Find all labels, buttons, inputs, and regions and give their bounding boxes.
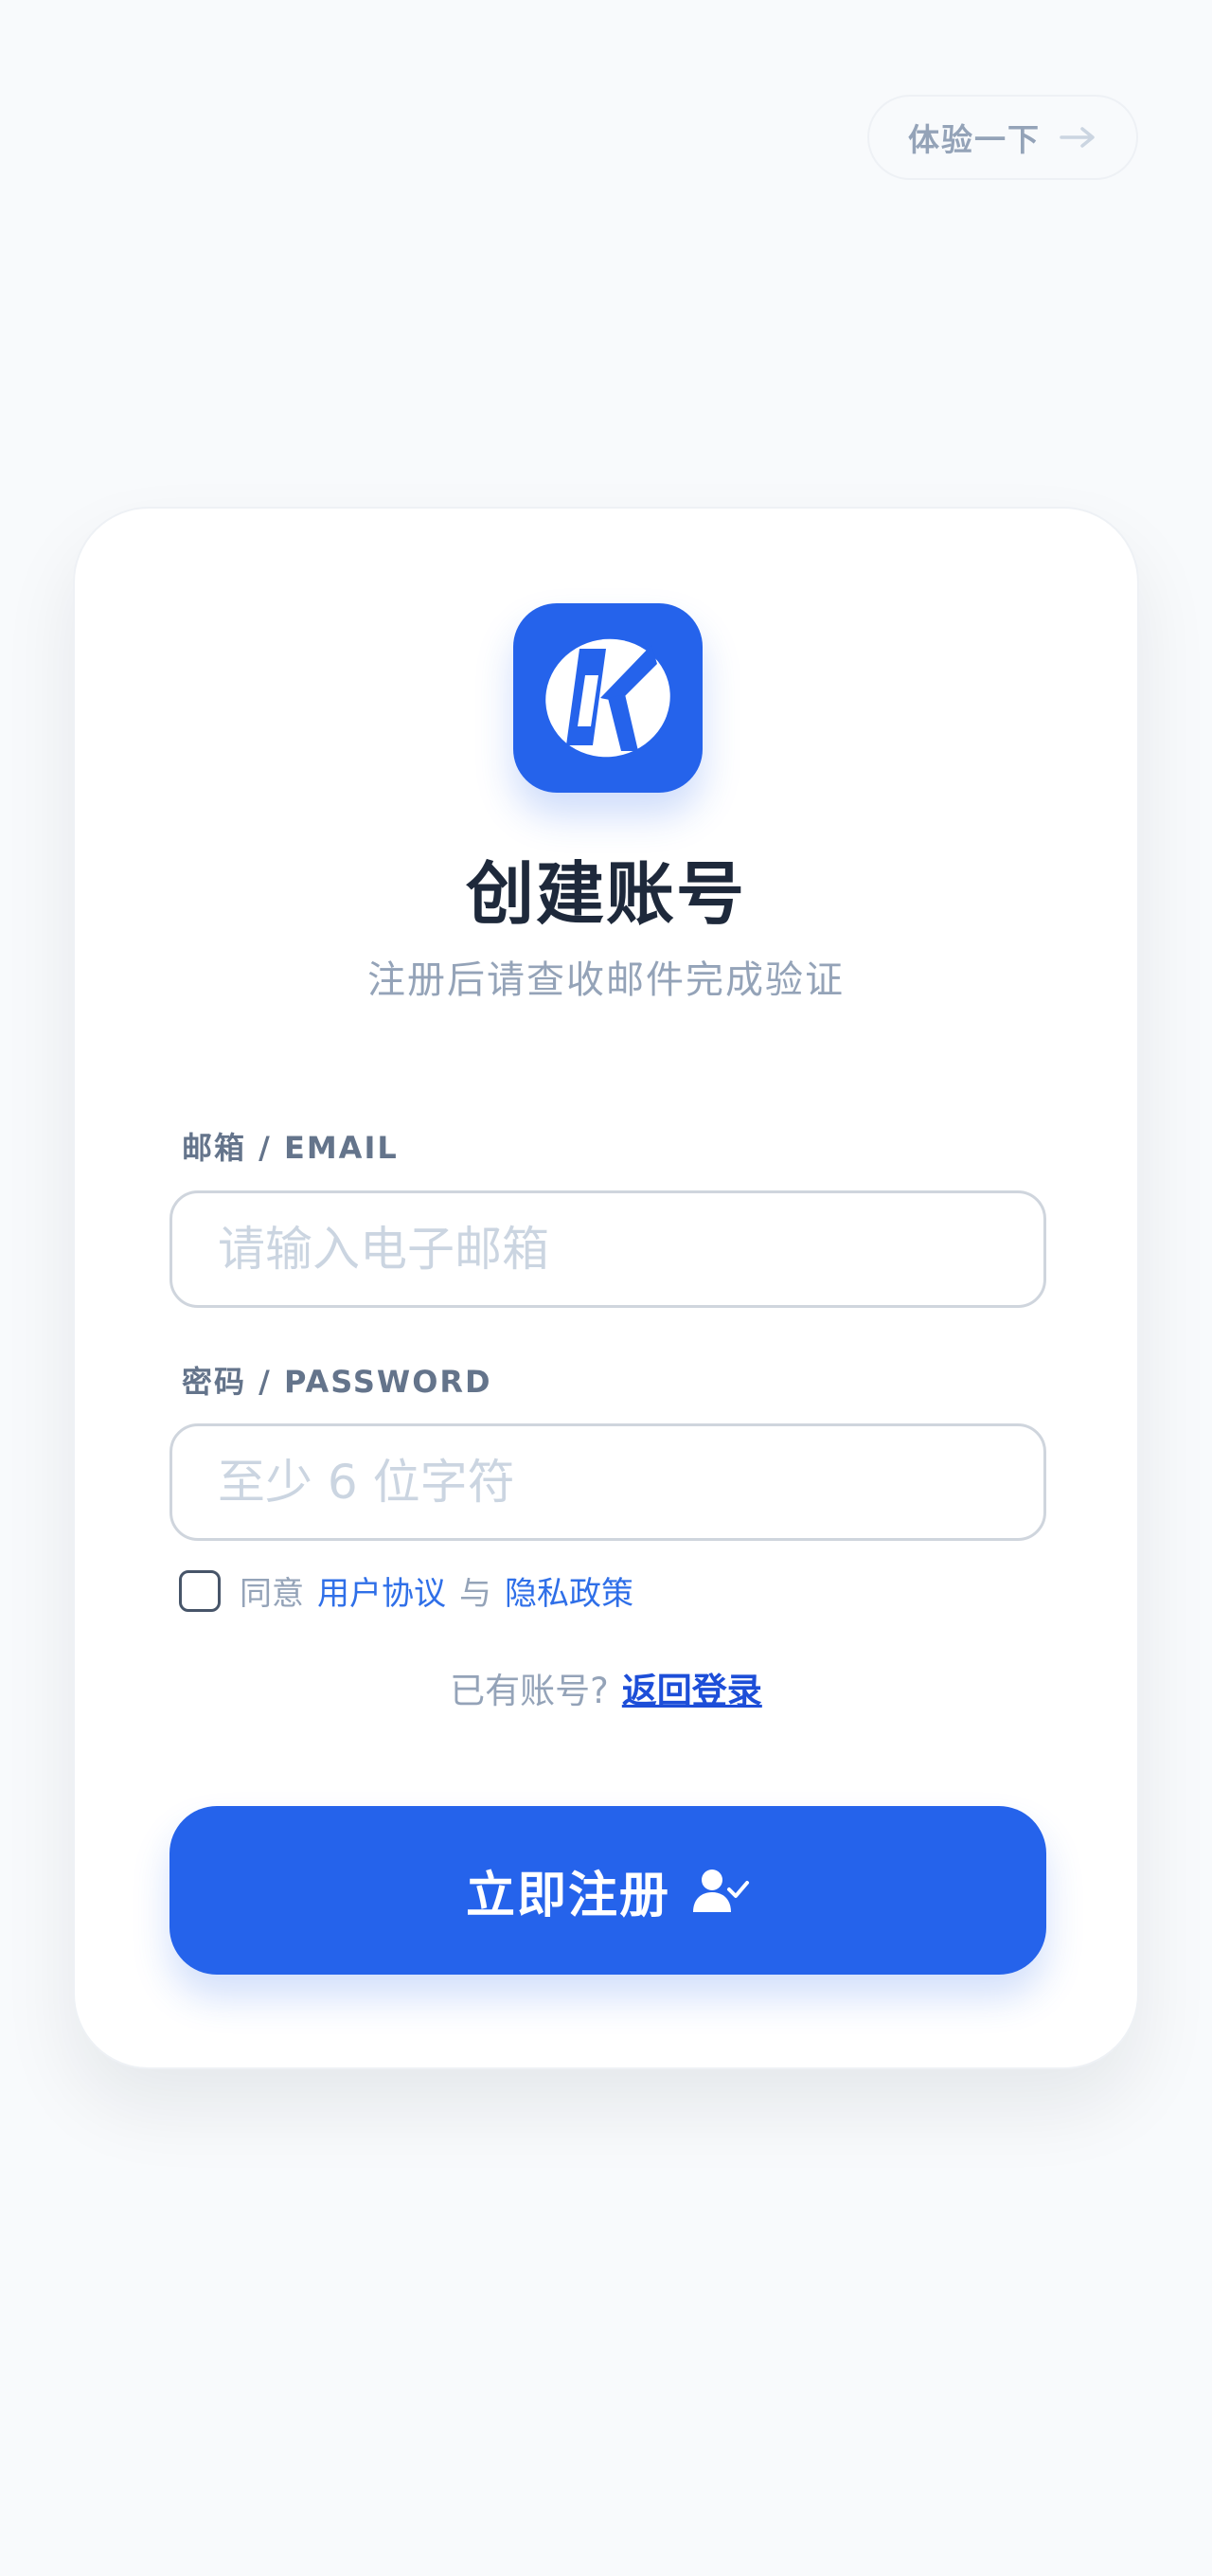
user-check-icon: [693, 1869, 749, 1912]
app-logo: [513, 603, 703, 793]
arrow-right-icon: [1060, 127, 1095, 148]
email-field[interactable]: [169, 1190, 1046, 1308]
password-field[interactable]: [169, 1423, 1046, 1541]
agreement-prefix: 同意: [240, 1575, 304, 1613]
page-subtitle: 注册后请查收邮件完成验证: [367, 958, 845, 1002]
agreement-row: 同意 用户协议 与 隐私政策: [179, 1567, 633, 1614]
k-logo-icon: [545, 638, 670, 758]
register-card: 创建账号 注册后请查收邮件完成验证 邮箱 / EMAIL 密码 / PASSWO…: [73, 507, 1139, 2069]
register-button-label: 立即注册: [465, 1867, 670, 1924]
agreement-conjunction: 与: [459, 1575, 491, 1613]
login-prompt-text: 已有账号?: [450, 1671, 609, 1711]
email-label: 邮箱 / EMAIL: [182, 1130, 399, 1166]
login-prompt: 已有账号? 返回登录: [75, 1662, 1137, 1713]
privacy-link[interactable]: 隐私政策: [505, 1567, 633, 1614]
back-to-login-link[interactable]: 返回登录: [622, 1671, 762, 1711]
agreement-checkbox[interactable]: [179, 1569, 221, 1612]
page-title: 创建账号: [465, 854, 746, 934]
try-it-button[interactable]: 体验一下: [867, 95, 1138, 180]
register-button[interactable]: 立即注册: [169, 1806, 1046, 1975]
password-label: 密码 / PASSWORD: [182, 1364, 492, 1400]
terms-link[interactable]: 用户协议: [317, 1567, 446, 1614]
try-it-label: 体验一下: [908, 121, 1041, 158]
